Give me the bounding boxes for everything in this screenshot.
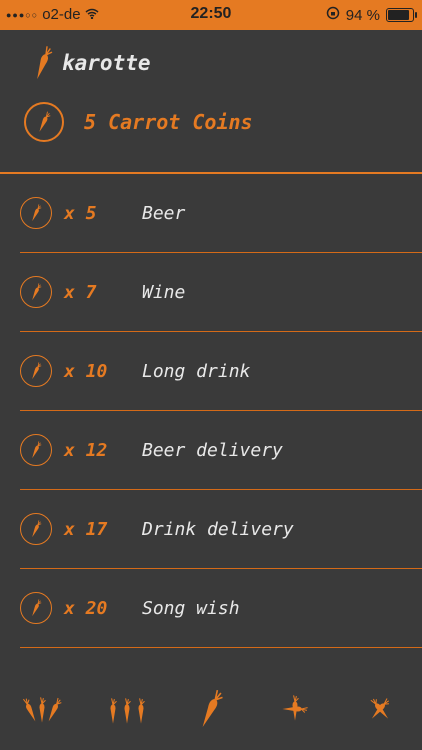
item-name: Beer — [142, 202, 186, 224]
status-bar: ●●●○○ o2-de 22:50 94 % — [0, 0, 422, 30]
rotation-lock-icon — [326, 6, 340, 24]
tab-crossed-carrots[interactable] — [350, 674, 410, 744]
carrot-coin-icon — [20, 513, 52, 545]
list-item[interactable]: x 17 Drink delivery — [20, 490, 422, 569]
carrot-coin-icon — [20, 276, 52, 308]
item-name: Beer delivery — [142, 439, 283, 461]
carrot-coin-icon — [20, 355, 52, 387]
item-cost: x 10 — [64, 360, 108, 382]
carrot-coin-icon — [20, 197, 52, 229]
reward-list: x 5 Beer x 7 Wine x 10 Long drink x 12 B… — [20, 174, 422, 648]
tab-single-carrot[interactable] — [181, 674, 241, 744]
tab-carrot-plus[interactable] — [265, 674, 325, 744]
tab-carrots-bundle[interactable] — [12, 674, 72, 744]
carrot-logo-icon — [32, 44, 54, 82]
coin-balance-label: 5 Carrot Coins — [84, 110, 253, 134]
app-name: karotte — [62, 51, 151, 75]
carrot-coin-icon — [20, 434, 52, 466]
item-cost: x 7 — [64, 281, 97, 303]
tab-bar — [0, 668, 422, 750]
list-item[interactable]: x 5 Beer — [20, 174, 422, 253]
list-item[interactable]: x 12 Beer delivery — [20, 411, 422, 490]
carrot-plus-icon — [281, 694, 309, 722]
item-name: Drink delivery — [142, 518, 294, 540]
list-item[interactable]: x 10 Long drink — [20, 332, 422, 411]
battery-label: 94 % — [345, 6, 380, 24]
carrots-bundle-icon — [21, 696, 64, 724]
item-cost: x 5 — [64, 202, 97, 224]
battery-icon — [386, 8, 417, 22]
list-item[interactable]: x 20 Song wish — [20, 569, 422, 648]
item-cost: x 20 — [64, 597, 108, 619]
item-name: Song wish — [142, 597, 240, 619]
carrot-coin-icon — [24, 102, 64, 142]
item-name: Long drink — [142, 360, 251, 382]
item-cost: x 12 — [64, 439, 108, 461]
item-cost: x 17 — [64, 518, 108, 540]
item-name: Wine — [142, 281, 186, 303]
tab-three-carrots[interactable] — [97, 674, 157, 744]
header: karotte 5 Carrot Coins — [0, 30, 422, 172]
brand: karotte — [32, 44, 151, 82]
crossed-carrots-icon — [368, 696, 392, 722]
list-item[interactable]: x 7 Wine — [20, 253, 422, 332]
carrot-coin-icon — [20, 592, 52, 624]
single-carrot-icon — [197, 688, 226, 731]
three-carrots-icon — [109, 697, 145, 725]
coin-balance: 5 Carrot Coins — [24, 102, 253, 142]
